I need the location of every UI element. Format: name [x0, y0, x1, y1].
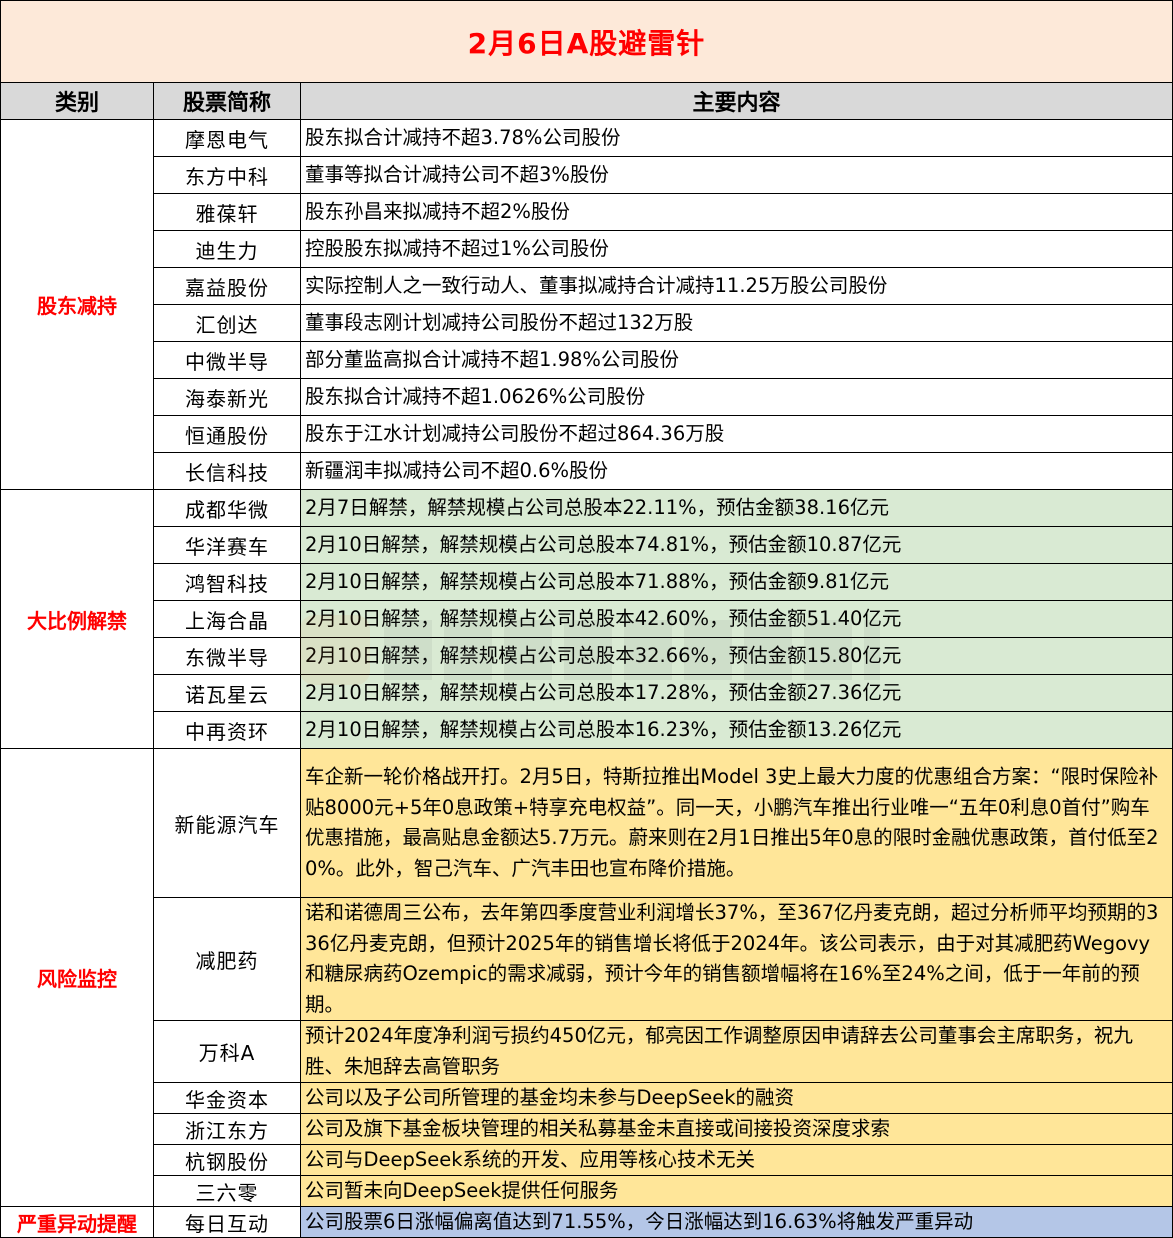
- table-row: 恒通股份 股东于江水计划减持公司股份不超过864.36万股: [1, 415, 1173, 453]
- table-row: 万科A 预计2024年度净利润亏损约450亿元，郁亮因工作调整原因申请辞去公司董…: [1, 1020, 1173, 1083]
- content-cell: 公司股票6日涨幅偏离值达到71.55%，今日涨幅达到16.63%将触发严重异动: [300, 1206, 1173, 1238]
- category-cell: 严重异动提醒: [0, 1206, 154, 1238]
- stock-name: 杭钢股份: [153, 1144, 301, 1176]
- stock-name: 新能源汽车: [153, 748, 301, 898]
- content-cell: 实际控制人之一致行动人、董事拟减持合计减持11.25万股公司股份: [300, 267, 1173, 305]
- table-row: 迪生力 控股股东拟减持不超过1%公司股份: [1, 230, 1173, 268]
- header-category: 类别: [0, 82, 154, 120]
- stock-name: 万科A: [153, 1020, 301, 1083]
- stock-name: 长信科技: [153, 452, 301, 490]
- stock-name: 雅葆轩: [153, 193, 301, 231]
- table-row: 鸿智科技 2月10日解禁，解禁规模占公司总股本71.88%，预估金额9.81亿元: [1, 563, 1173, 601]
- table-row: 风险监控 新能源汽车 车企新一轮价格战开打。2月5日，特斯拉推出Model 3史…: [0, 748, 1173, 1207]
- table-row: 中再资环 2月10日解禁，解禁规模占公司总股本16.23%，预估金额13.26亿…: [1, 711, 1173, 749]
- stock-name: 迪生力: [153, 230, 301, 268]
- header-content: 主要内容: [300, 82, 1173, 120]
- content-cell: 2月10日解禁，解禁规模占公司总股本71.88%，预估金额9.81亿元: [300, 563, 1173, 601]
- content-cell: 2月10日解禁，解禁规模占公司总股本42.60%，预估金额51.40亿元: [300, 600, 1173, 638]
- content-cell: 部分董监高拟合计减持不超1.98%公司股份: [300, 341, 1173, 379]
- table-row: 三六零 公司暂未向DeepSeek提供任何服务: [1, 1175, 1173, 1207]
- stock-name: 中再资环: [153, 711, 301, 749]
- content-cell: 控股股东拟减持不超过1%公司股份: [300, 230, 1173, 268]
- table-row: 汇创达 董事段志刚计划减持公司股份不超过132万股: [1, 304, 1173, 342]
- table-row: 严重异动提醒 每日互动 公司股票6日涨幅偏离值达到71.55%，今日涨幅达到16…: [0, 1206, 1173, 1238]
- table-row: 长信科技 新疆润丰拟减持公司不超0.6%股份: [1, 452, 1173, 490]
- table-row: 东方中科 董事等拟合计减持公司不超3%股份: [1, 156, 1173, 194]
- table-row: 大比例解禁 成都华微 2月7日解禁，解禁规模占公司总股本22.11%，预估金额3…: [0, 489, 1173, 749]
- table-row: 诺瓦星云 2月10日解禁，解禁规模占公司总股本17.28%，预估金额27.36亿…: [1, 674, 1173, 712]
- content-cell: 公司暂未向DeepSeek提供任何服务: [300, 1175, 1173, 1207]
- table-row: 东微半导 2月10日解禁，解禁规模占公司总股本32.66%，预估金额15.80亿…: [1, 637, 1173, 675]
- stock-name: 嘉益股份: [153, 267, 301, 305]
- table-row: 股东减持 摩恩电气 股东拟合计减持不超3.78%公司股份: [0, 119, 1173, 490]
- stock-name: 鸿智科技: [153, 563, 301, 601]
- table-row: 杭钢股份 公司与DeepSeek系统的开发、应用等核心技术无关: [1, 1144, 1173, 1176]
- stock-name: 三六零: [153, 1175, 301, 1207]
- category-cell: 股东减持: [0, 119, 154, 490]
- stock-name: 东微半导: [153, 637, 301, 675]
- content-cell: 2月7日解禁，解禁规模占公司总股本22.11%，预估金额38.16亿元: [300, 489, 1173, 527]
- stock-name: 汇创达: [153, 304, 301, 342]
- stock-name: 东方中科: [153, 156, 301, 194]
- content-cell: 董事等拟合计减持公司不超3%股份: [300, 156, 1173, 194]
- content-cell: 车企新一轮价格战开打。2月5日，特斯拉推出Model 3史上最大力度的优惠组合方…: [300, 748, 1173, 898]
- content-cell: 公司以及子公司所管理的基金均未参与DeepSeek的融资: [300, 1082, 1173, 1114]
- category-cell: 风险监控: [0, 748, 154, 1207]
- table-row: 雅葆轩 股东孙昌来拟减持不超2%股份: [1, 193, 1173, 231]
- stock-name: 中微半导: [153, 341, 301, 379]
- content-cell: 2月10日解禁，解禁规模占公司总股本17.28%，预估金额27.36亿元: [300, 674, 1173, 712]
- table-row: 海泰新光 股东拟合计减持不超1.0626%公司股份: [1, 378, 1173, 416]
- table-row: 华金资本 公司以及子公司所管理的基金均未参与DeepSeek的融资: [1, 1082, 1173, 1114]
- content-cell: 2月10日解禁，解禁规模占公司总股本16.23%，预估金额13.26亿元: [300, 711, 1173, 749]
- stock-name: 海泰新光: [153, 378, 301, 416]
- header-stock: 股票简称: [153, 82, 301, 120]
- stock-name: 每日互动: [153, 1206, 301, 1238]
- header-row: 类别 股票简称 主要内容: [0, 82, 1173, 120]
- stock-name: 成都华微: [153, 489, 301, 527]
- risk-table: 2月6日A股避雷针 类别 股票简称 主要内容 股东减持 摩恩电气 股东拟合计减持…: [0, 0, 1173, 1238]
- content-cell: 股东孙昌来拟减持不超2%股份: [300, 193, 1173, 231]
- table-row: 华洋赛车 2月10日解禁，解禁规模占公司总股本74.81%，预估金额10.87亿…: [1, 526, 1173, 564]
- content-cell: 股东拟合计减持不超3.78%公司股份: [300, 119, 1173, 157]
- content-cell: 公司及旗下基金板块管理的相关私募基金未直接或间接投资深度求索: [300, 1113, 1173, 1145]
- stock-name: 华金资本: [153, 1082, 301, 1114]
- stock-name: 诺瓦星云: [153, 674, 301, 712]
- content-cell: 诺和诺德周三公布，去年第四季度营业利润增长37%，至367亿丹麦克朗，超过分析师…: [300, 897, 1173, 1021]
- content-cell: 股东拟合计减持不超1.0626%公司股份: [300, 378, 1173, 416]
- table-row: 嘉益股份 实际控制人之一致行动人、董事拟减持合计减持11.25万股公司股份: [1, 267, 1173, 305]
- content-cell: 2月10日解禁，解禁规模占公司总股本74.81%，预估金额10.87亿元: [300, 526, 1173, 564]
- table-row: 上海合晶 2月10日解禁，解禁规模占公司总股本42.60%，预估金额51.40亿…: [1, 600, 1173, 638]
- page-title: 2月6日A股避雷针: [0, 0, 1173, 83]
- content-cell: 新疆润丰拟减持公司不超0.6%股份: [300, 452, 1173, 490]
- stock-name: 摩恩电气: [153, 119, 301, 157]
- stock-name: 减肥药: [153, 897, 301, 1021]
- content-cell: 公司与DeepSeek系统的开发、应用等核心技术无关: [300, 1144, 1173, 1176]
- stock-name: 浙江东方: [153, 1113, 301, 1145]
- content-cell: 2月10日解禁，解禁规模占公司总股本32.66%，预估金额15.80亿元: [300, 637, 1173, 675]
- spreadsheet: 2月6日A股避雷针 类别 股票简称 主要内容 股东减持 摩恩电气 股东拟合计减持…: [0, 0, 1173, 1238]
- table-row: 浙江东方 公司及旗下基金板块管理的相关私募基金未直接或间接投资深度求索: [1, 1113, 1173, 1145]
- content-cell: 股东于江水计划减持公司股份不超过864.36万股: [300, 415, 1173, 453]
- table-row: 中微半导 部分董监高拟合计减持不超1.98%公司股份: [1, 341, 1173, 379]
- table-row: 减肥药 诺和诺德周三公布，去年第四季度营业利润增长37%，至367亿丹麦克朗，超…: [1, 897, 1173, 1021]
- stock-name: 上海合晶: [153, 600, 301, 638]
- category-cell: 大比例解禁: [0, 489, 154, 749]
- stock-name: 恒通股份: [153, 415, 301, 453]
- content-cell: 预计2024年度净利润亏损约450亿元，郁亮因工作调整原因申请辞去公司董事会主席…: [300, 1020, 1173, 1083]
- content-cell: 董事段志刚计划减持公司股份不超过132万股: [300, 304, 1173, 342]
- stock-name: 华洋赛车: [153, 526, 301, 564]
